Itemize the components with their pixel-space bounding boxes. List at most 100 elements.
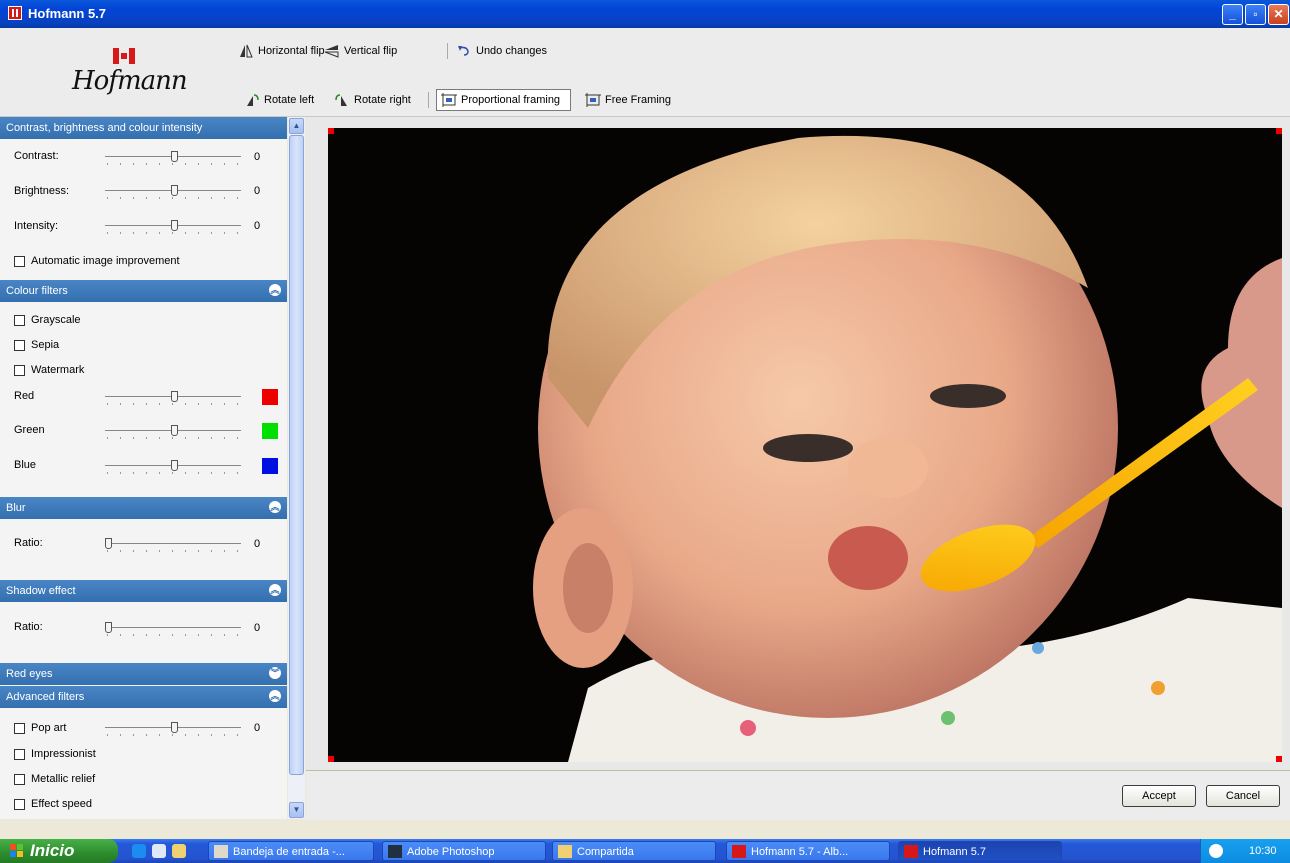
expand-icon[interactable]: ︾ (269, 667, 281, 679)
red-label: Red (14, 390, 35, 402)
watermark-checkbox[interactable]: Watermark (14, 364, 84, 376)
green-label: Green (14, 424, 45, 436)
framing-icon (441, 93, 457, 107)
clock: 10:30 (1249, 845, 1277, 857)
impressionist-checkbox[interactable]: Impressionist (14, 748, 96, 760)
crop-handle-bottom-right[interactable] (1276, 756, 1282, 762)
folder-icon (558, 845, 572, 858)
horizontal-flip-icon (240, 44, 253, 58)
vertical-flip-button[interactable]: Vertical flip (324, 41, 397, 61)
hofmann-icon (904, 845, 918, 858)
green-slider[interactable] (105, 425, 241, 439)
sepia-label: Sepia (31, 339, 60, 351)
brightness-slider[interactable] (105, 185, 241, 199)
folder-icon[interactable] (172, 844, 186, 858)
taskbar-item-hofmann-album[interactable]: Hofmann 5.7 - Alb... (726, 841, 890, 861)
taskbar-item-mail[interactable]: Bandeja de entrada -... (208, 841, 374, 861)
collapse-icon[interactable]: ︽ (269, 690, 281, 702)
slider-thumb[interactable] (105, 538, 112, 549)
effect-speed-checkbox[interactable]: Effect speed (14, 798, 92, 810)
photo-preview[interactable] (328, 128, 1282, 762)
crop-handle-bottom-left[interactable] (328, 756, 334, 762)
contrast-section-header[interactable]: Contrast, brightness and colour intensit… (0, 117, 287, 139)
collapse-icon[interactable]: ︽ (269, 584, 281, 596)
red-slider[interactable] (105, 391, 241, 405)
framing-icon (585, 93, 601, 107)
rotate-left-button[interactable]: Rotate left (244, 90, 314, 110)
vertical-flip-label: Vertical flip (344, 45, 398, 57)
taskbar-item-photoshop[interactable]: Adobe Photoshop (382, 841, 546, 861)
pop-art-label: Pop art (31, 722, 67, 734)
taskbar-item-hofmann[interactable]: Hofmann 5.7 (898, 841, 1062, 861)
contrast-section-title: Contrast, brightness and colour intensit… (6, 122, 203, 134)
slider-thumb[interactable] (171, 151, 178, 162)
red-eyes-header[interactable]: Red eyes ︾ (0, 663, 287, 685)
shadow-ratio-slider[interactable] (105, 622, 241, 636)
volume-icon[interactable] (1209, 844, 1223, 858)
shadow-effect-header[interactable]: Shadow effect ︽ (0, 580, 287, 602)
blur-ratio-slider[interactable] (105, 538, 241, 552)
scroll-up-icon[interactable]: ▲ (289, 118, 304, 134)
accept-button[interactable]: Accept (1122, 785, 1196, 807)
intensity-label: Intensity: (14, 220, 59, 232)
green-swatch[interactable] (262, 423, 278, 439)
advanced-filters-header[interactable]: Advanced filters ︽ (0, 686, 287, 708)
crop-handle-top-right[interactable] (1276, 128, 1282, 134)
collapse-icon[interactable]: ︽ (269, 284, 281, 296)
auto-improve-checkbox[interactable]: Automatic image improvement (14, 255, 180, 267)
red-eyes-title: Red eyes (6, 668, 53, 680)
taskbar-item-label: Adobe Photoshop (407, 846, 495, 858)
slider-thumb[interactable] (171, 220, 178, 231)
scroll-down-icon[interactable]: ▼ (289, 802, 304, 818)
close-button[interactable]: ✕ (1268, 4, 1289, 25)
undo-icon (458, 46, 469, 56)
undo-changes-button[interactable]: Undo changes (456, 41, 547, 61)
photoshop-icon (388, 845, 402, 858)
rotate-right-label: Rotate right (354, 94, 411, 106)
slider-thumb[interactable] (171, 185, 178, 196)
maximize-button[interactable]: ▫ (1245, 4, 1266, 25)
rotate-right-button[interactable]: Rotate right (334, 90, 411, 110)
scrollbar-thumb[interactable] (289, 135, 304, 775)
slider-thumb[interactable] (171, 391, 178, 402)
crop-handle-top-left[interactable] (328, 128, 334, 134)
contrast-slider[interactable] (105, 151, 241, 165)
pop-art-checkbox[interactable]: Pop art (14, 722, 66, 734)
sepia-checkbox[interactable]: Sepia (14, 339, 59, 351)
grayscale-label: Grayscale (31, 314, 81, 326)
slider-thumb[interactable] (171, 425, 178, 436)
blur-header[interactable]: Blur ︽ (0, 497, 287, 519)
metallic-relief-checkbox[interactable]: Metallic relief (14, 773, 95, 785)
grayscale-checkbox[interactable]: Grayscale (14, 314, 81, 326)
free-framing-label: Free Framing (605, 94, 672, 106)
ie-icon[interactable] (132, 844, 146, 858)
proportional-framing-button[interactable]: Proportional framing (436, 89, 572, 111)
rotate-left-label: Rotate left (264, 94, 315, 106)
pop-art-value: 0 (254, 722, 261, 734)
taskbar-item-label: Bandeja de entrada -... (233, 846, 345, 858)
minimize-button[interactable]: _ (1222, 4, 1243, 25)
rotate-right-icon (335, 94, 347, 106)
impressionist-label: Impressionist (31, 748, 96, 760)
app-icon (8, 6, 22, 20)
slider-thumb[interactable] (105, 622, 112, 633)
red-swatch[interactable] (262, 389, 278, 405)
start-button[interactable]: Inicio (0, 839, 118, 863)
browser-icon[interactable] (152, 844, 166, 858)
slider-thumb[interactable] (171, 460, 178, 471)
free-framing-button[interactable]: Free Framing (585, 90, 671, 110)
slider-thumb[interactable] (171, 722, 178, 733)
panel-scrollbar[interactable]: ▲ ▼ (288, 117, 305, 819)
cancel-button[interactable]: Cancel (1206, 785, 1280, 807)
baby-photo (328, 128, 1282, 762)
blue-slider[interactable] (105, 460, 241, 474)
vertical-flip-icon (324, 45, 339, 58)
intensity-slider[interactable] (105, 220, 241, 234)
windows-logo-icon (10, 844, 23, 857)
colour-filters-header[interactable]: Colour filters ︽ (0, 280, 287, 302)
collapse-icon[interactable]: ︽ (269, 501, 281, 513)
blue-swatch[interactable] (262, 458, 278, 474)
horizontal-flip-button[interactable]: Horizontal flip (238, 41, 325, 61)
pop-art-slider[interactable] (105, 722, 241, 736)
taskbar-item-compartida[interactable]: Compartida (552, 841, 716, 861)
